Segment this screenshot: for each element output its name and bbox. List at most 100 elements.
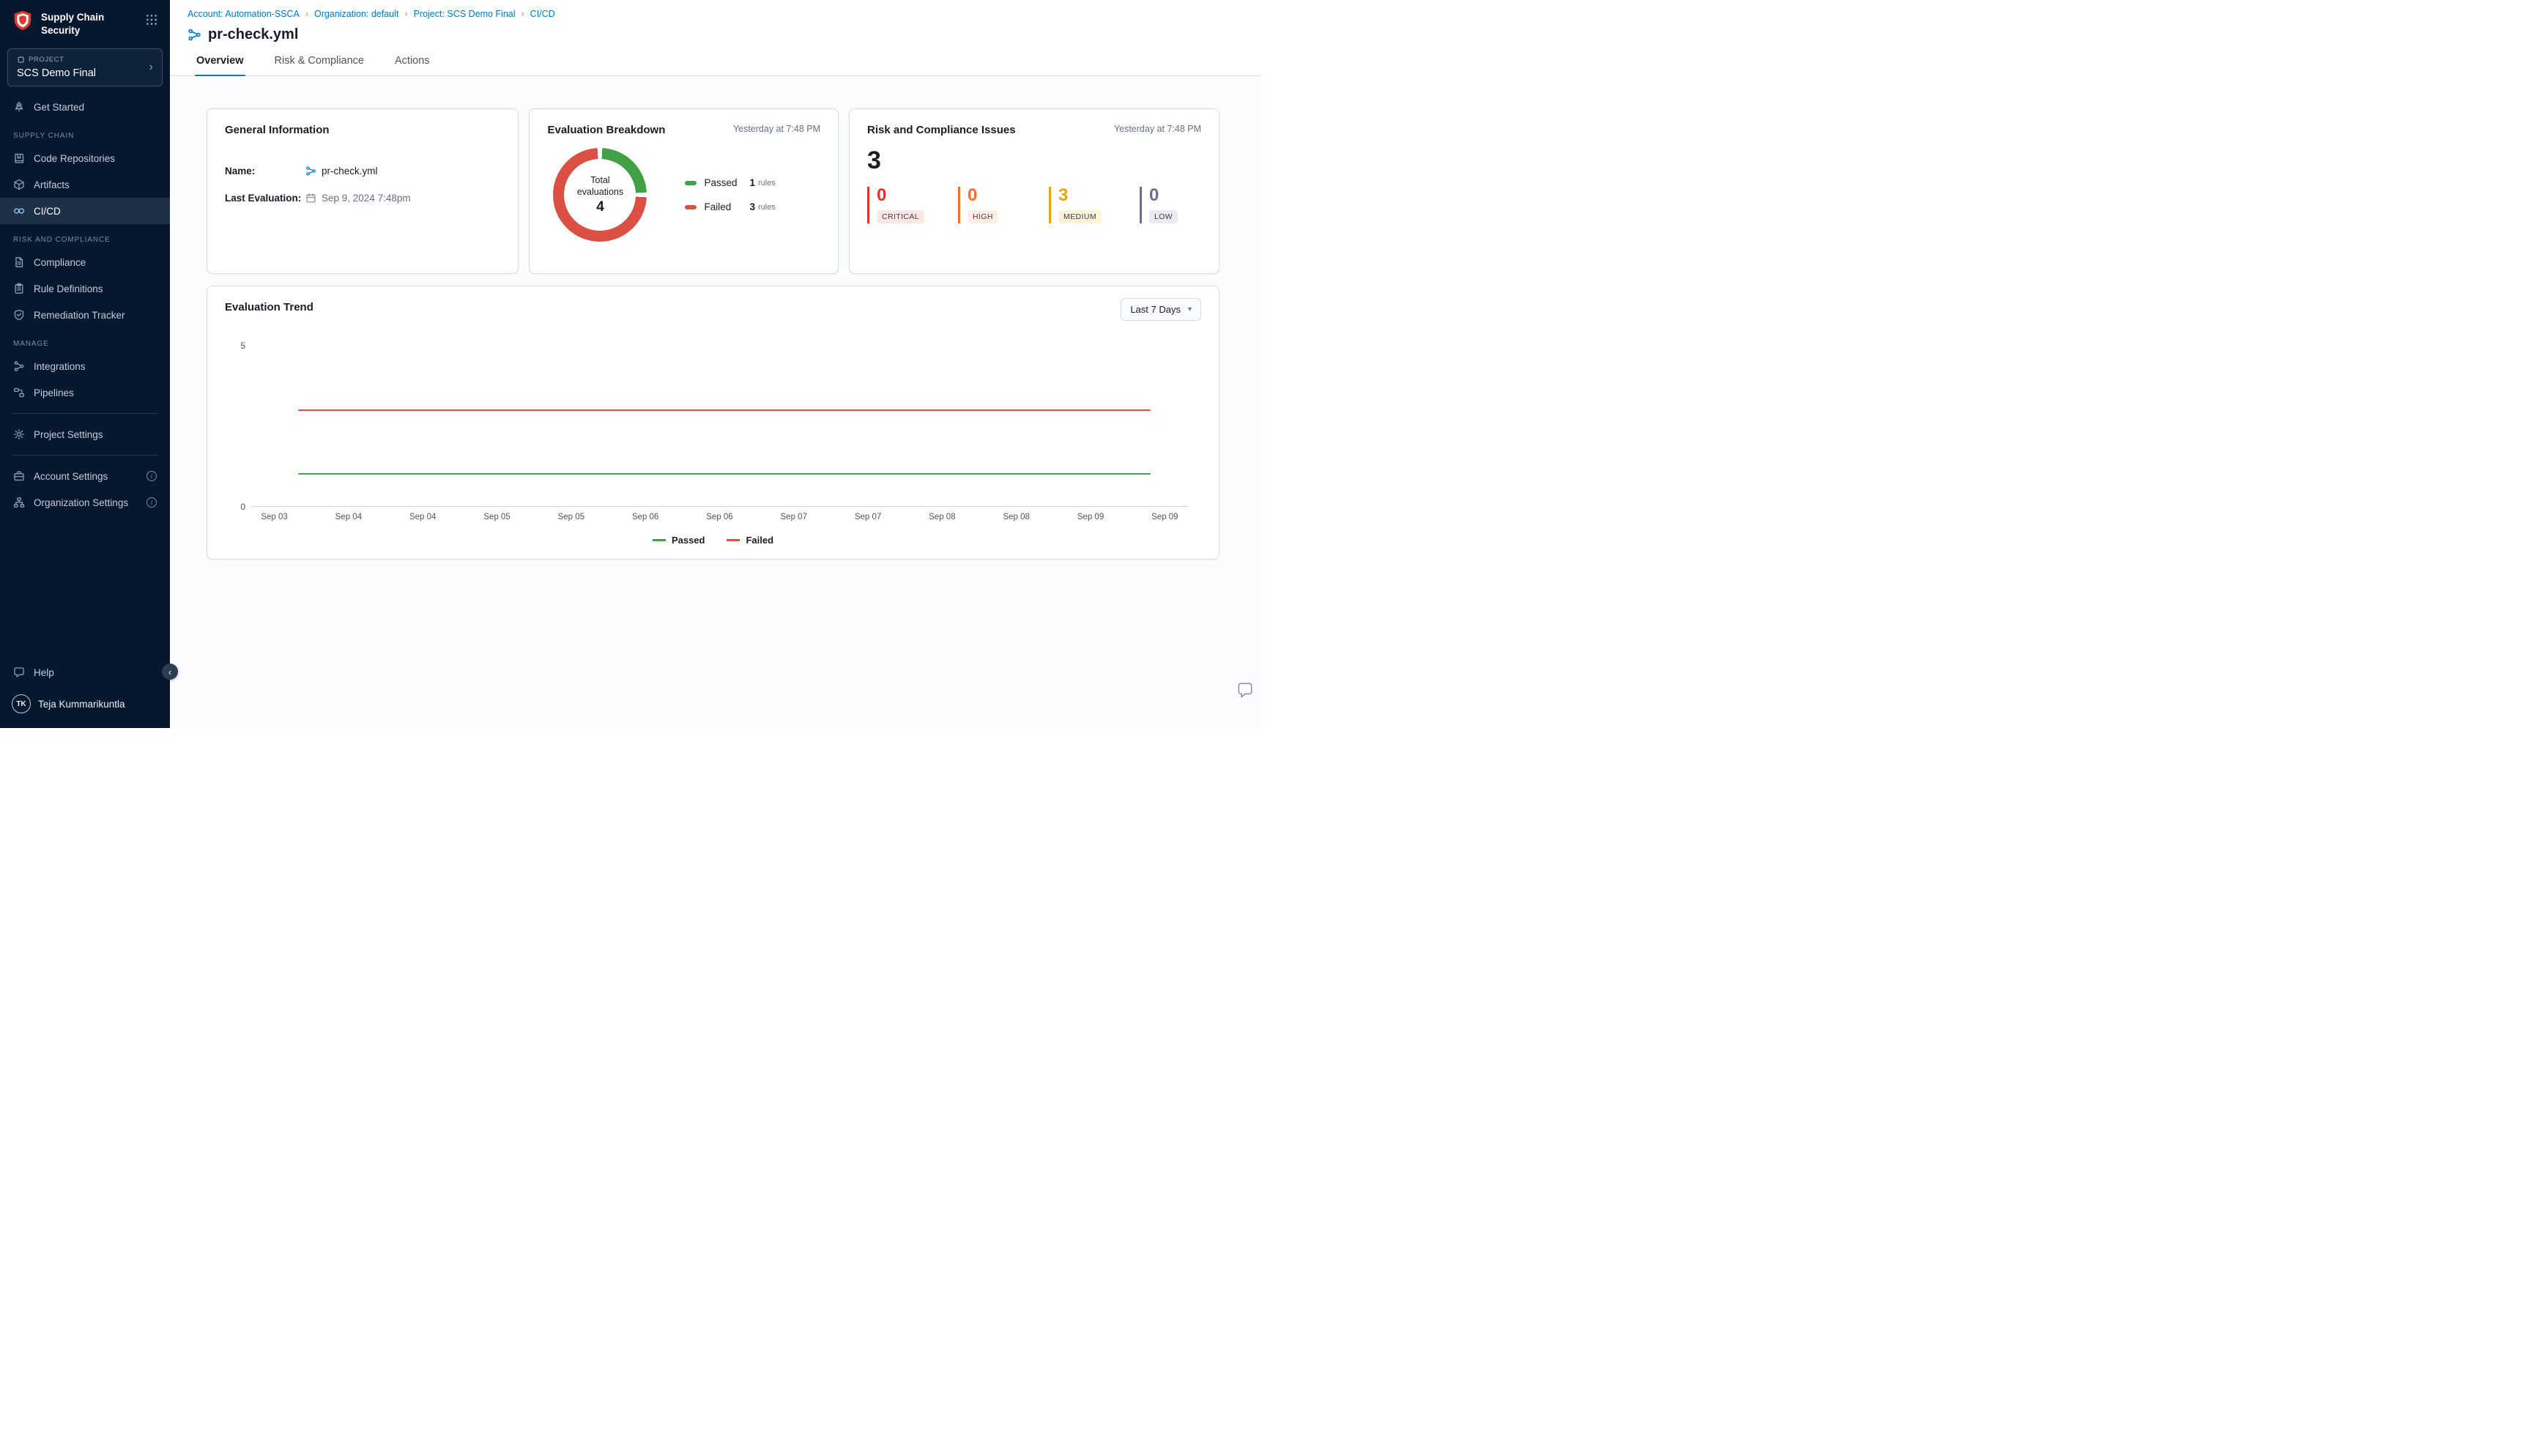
artifacts-icon: [13, 179, 25, 190]
app-title-line2: Security: [41, 24, 138, 37]
sidebar-divider: [12, 455, 158, 456]
severity-count: 0: [1149, 187, 1201, 204]
page-header: Account: Automation-SSCA Organization: d…: [170, 0, 1260, 76]
risk-total-count: 3: [867, 146, 1201, 175]
chat-help-fab[interactable]: [1236, 681, 1255, 700]
x-tick-label: Sep 04: [409, 513, 436, 521]
tab-risk-compliance[interactable]: Risk & Compliance: [273, 55, 366, 75]
chevron-right-icon: [404, 9, 407, 19]
trend-legend-item-failed: Failed: [727, 535, 773, 546]
sidebar-item-code-repositories[interactable]: Code Repositories: [0, 145, 170, 171]
apps-grid-icon[interactable]: [145, 13, 158, 26]
sidebar-item-integrations[interactable]: Integrations: [0, 353, 170, 379]
cicd-icon: [13, 205, 25, 217]
severity-block-critical: 0 CRITICAL: [867, 187, 929, 223]
page-content: General Information Name: pr-check.yml: [170, 76, 1260, 728]
org-hierarchy-icon: [13, 497, 25, 508]
sidebar-item-compliance[interactable]: Compliance: [0, 249, 170, 275]
sidebar-item-get-started[interactable]: Get Started: [0, 94, 170, 120]
severity-badge: HIGH: [968, 210, 998, 223]
severity-row: 0 CRITICAL 0 HIGH 3 MEDIUM 0 LOW: [867, 187, 1201, 223]
sidebar-item-label: CI/CD: [34, 206, 61, 217]
legend-swatch: [727, 539, 740, 541]
app-logo-row: Supply Chain Security: [0, 0, 170, 42]
project-selector[interactable]: PROJECT SCS Demo Final: [7, 48, 163, 86]
donut-center: Total evaluations 4: [564, 159, 636, 231]
breadcrumb-account-link[interactable]: Account: Automation-SSCA: [188, 9, 300, 19]
nav-section-risk-and-compliance: RISK AND COMPLIANCE: [0, 224, 170, 249]
card-title: Evaluation Breakdown: [547, 124, 665, 136]
chevron-down-icon: [1188, 306, 1192, 313]
trend-line-passed: [298, 473, 1151, 475]
last-evaluation-label: Last Evaluation:: [225, 193, 305, 204]
severity-block-high: 0 HIGH: [958, 187, 1020, 223]
integrations-icon: [13, 360, 25, 372]
breadcrumb-organization-link[interactable]: Organization: default: [314, 9, 398, 19]
sidebar-item-label: Help: [34, 667, 54, 678]
trend-legend-item-passed: Passed: [653, 535, 705, 546]
tab-overview[interactable]: Overview: [195, 55, 245, 75]
sidebar-item-cicd[interactable]: CI/CD: [0, 198, 170, 224]
sidebar-item-label: Pipelines: [34, 387, 74, 398]
user-profile[interactable]: TK Teja Kummarikuntla: [0, 686, 170, 728]
sidebar-item-label: Code Repositories: [34, 153, 115, 164]
chevron-right-icon: [149, 61, 153, 74]
sidebar-item-remediation-tracker[interactable]: Remediation Tracker: [0, 302, 170, 328]
severity-count: 3: [1058, 187, 1110, 204]
date-range-select[interactable]: Last 7 Days: [1121, 298, 1201, 321]
help-chat-icon: [13, 666, 25, 678]
breakdown-legend: Passed 1 rules Failed 3 rules: [685, 177, 775, 212]
sidebar-item-label: Rule Definitions: [34, 283, 103, 294]
last-evaluation-text: Sep 9, 2024 7:48pm: [322, 193, 411, 204]
sidebar-item-account-settings[interactable]: Account Settings: [0, 463, 170, 489]
x-tick-label: Sep 08: [1003, 513, 1029, 521]
name-label: Name:: [225, 166, 305, 177]
app-title-line1: Supply Chain: [41, 11, 138, 24]
trend-x-labels: Sep 03Sep 04Sep 04Sep 05Sep 05Sep 06Sep …: [251, 513, 1188, 521]
x-tick-label: Sep 04: [335, 513, 362, 521]
risk-compliance-card: Risk and Compliance Issues Yesterday at …: [849, 108, 1219, 274]
chevron-right-icon: [521, 9, 524, 19]
breadcrumb: Account: Automation-SSCA Organization: d…: [188, 9, 1260, 19]
legend-label: Passed: [672, 535, 705, 546]
project-eyebrow-label: PROJECT: [29, 56, 64, 64]
breadcrumb-project-link[interactable]: Project: SCS Demo Final: [414, 9, 516, 19]
card-head: Evaluation Trend Last 7 Days: [225, 301, 1201, 321]
info-icon[interactable]: [146, 471, 157, 481]
card-title: Evaluation Trend: [225, 301, 313, 313]
info-icon[interactable]: [146, 497, 157, 508]
sidebar-item-artifacts[interactable]: Artifacts: [0, 171, 170, 198]
avatar: TK: [12, 694, 31, 713]
sidebar-item-label: Integrations: [34, 361, 86, 372]
yaml-file-icon: [188, 28, 201, 42]
card-timestamp: Yesterday at 7:48 PM: [1114, 124, 1201, 134]
general-information-card: General Information Name: pr-check.yml: [207, 108, 519, 274]
project-name: SCS Demo Final: [17, 67, 96, 79]
failed-count: 3: [749, 201, 755, 212]
last-evaluation-value: Sep 9, 2024 7:48pm: [305, 193, 411, 204]
passed-count: 1: [749, 177, 755, 188]
sidebar-item-help[interactable]: Help: [0, 659, 170, 686]
rocket-icon: [13, 101, 25, 113]
sidebar-collapse-button[interactable]: [162, 664, 178, 680]
sidebar-item-project-settings[interactable]: Project Settings: [0, 421, 170, 447]
breadcrumb-cicd-link[interactable]: CI/CD: [530, 9, 555, 19]
severity-count: 0: [877, 187, 929, 204]
x-tick-label: Sep 07: [855, 513, 881, 521]
card-timestamp: Yesterday at 7:48 PM: [733, 124, 820, 134]
trend-legend: Passed Failed: [225, 535, 1201, 546]
compliance-icon: [13, 256, 25, 268]
evaluations-donut: Total evaluations 4: [553, 148, 647, 242]
briefcase-icon: [13, 470, 25, 482]
nav-section-manage: MANAGE: [0, 328, 170, 353]
passed-unit: rules: [758, 179, 776, 187]
sidebar-item-pipelines[interactable]: Pipelines: [0, 379, 170, 406]
general-info-rows: Name: pr-check.yml Last Evaluation:: [225, 166, 500, 204]
sidebar-item-label: Compliance: [34, 257, 86, 268]
sidebar-item-organization-settings[interactable]: Organization Settings: [0, 489, 170, 516]
y-tick-max: 5: [231, 341, 245, 351]
tab-actions[interactable]: Actions: [393, 55, 431, 75]
severity-block-low: 0 LOW: [1140, 187, 1201, 223]
sidebar-item-rule-definitions[interactable]: Rule Definitions: [0, 275, 170, 302]
x-tick-label: Sep 07: [781, 513, 807, 521]
